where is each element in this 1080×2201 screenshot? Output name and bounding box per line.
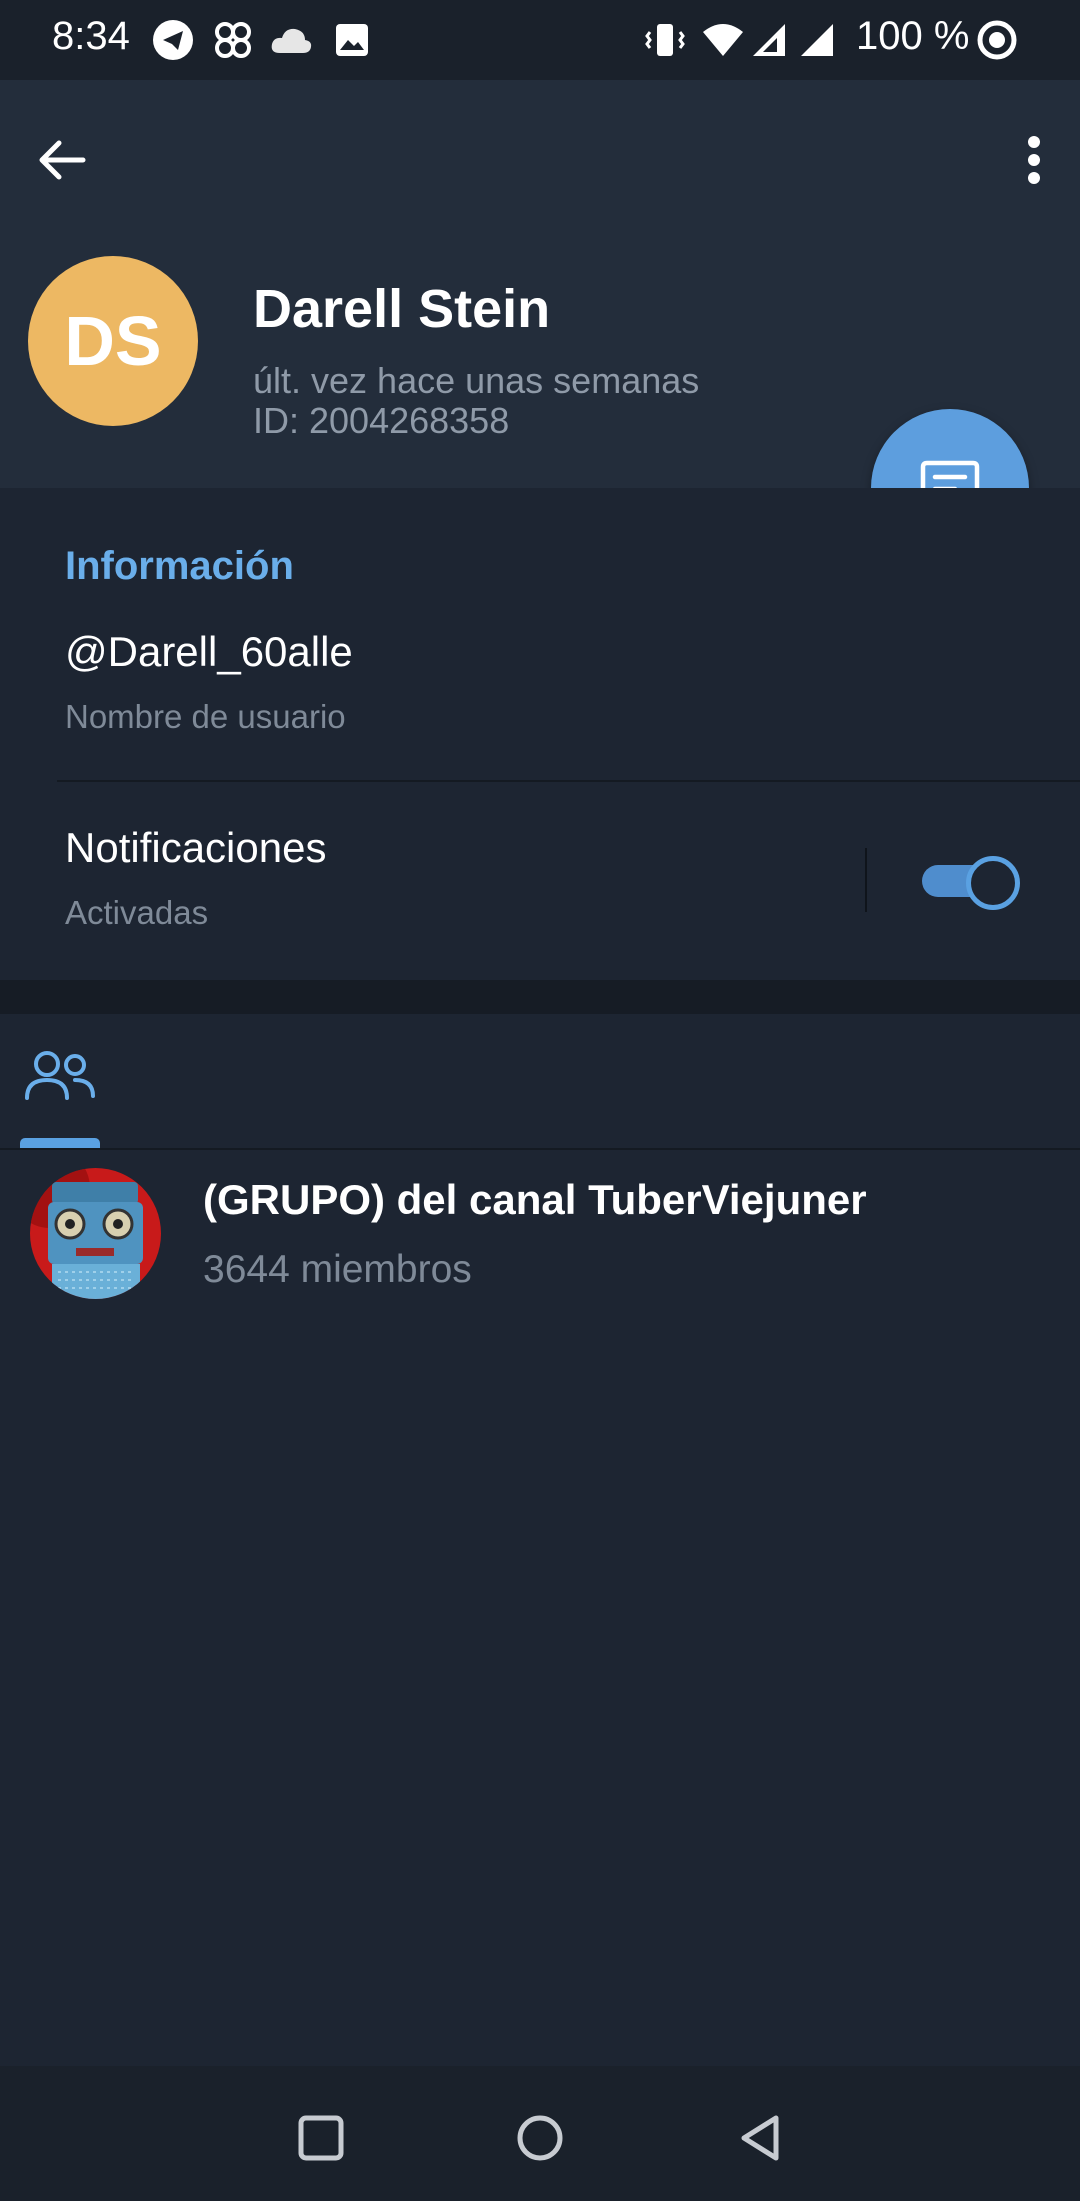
battery-percentage: 100 % <box>856 14 970 58</box>
group-title: (GRUPO) del canal TuberViejuner <box>203 1176 867 1223</box>
section-separator <box>0 980 1080 1014</box>
cloud-icon <box>268 18 314 62</box>
profile-name: Darell Stein <box>253 279 551 339</box>
members-icon <box>25 1051 95 1100</box>
back-button[interactable] <box>30 128 94 192</box>
pinwheel-icon <box>210 18 256 62</box>
tab-indicator <box>20 1138 100 1148</box>
home-button[interactable] <box>498 2096 582 2180</box>
divider <box>57 780 1080 782</box>
notifications-label[interactable]: Notificaciones <box>65 824 326 872</box>
notifications-toggle[interactable] <box>922 853 1020 910</box>
info-heading: Información <box>65 544 294 588</box>
vibrate-icon <box>644 18 686 62</box>
recents-button[interactable] <box>279 2096 363 2180</box>
circle-icon <box>517 2115 563 2161</box>
signal-icon <box>798 18 836 62</box>
telegram-icon <box>150 18 196 62</box>
image-icon <box>330 18 374 62</box>
group-member-count: 3644 miembros <box>203 1248 472 1291</box>
focus-icon <box>974 18 1020 62</box>
more-vert-icon <box>1028 136 1040 184</box>
username-value[interactable]: @Darell_60alle <box>65 628 353 676</box>
triangle-back-icon <box>741 2115 779 2161</box>
status-time: 8:34 <box>52 14 130 58</box>
signal-icon <box>750 18 788 62</box>
group-avatar <box>30 1168 161 1299</box>
square-icon <box>298 2115 344 2161</box>
username-caption: Nombre de usuario <box>65 698 346 735</box>
back-nav-button[interactable] <box>718 2096 802 2180</box>
media-tabs <box>0 1014 1080 1149</box>
more-options-button[interactable] <box>1010 128 1058 192</box>
profile-avatar[interactable]: DS <box>28 256 198 426</box>
last-seen-status: últ. vez hace unas semanas <box>253 360 700 401</box>
notifications-caption: Activadas <box>65 894 209 931</box>
wifi-icon <box>700 18 746 62</box>
user-id: ID: 2004268358 <box>253 400 510 441</box>
tab-groups-in-common[interactable] <box>20 1048 100 1148</box>
back-arrow-icon <box>39 140 86 180</box>
vertical-divider <box>865 848 867 912</box>
toggle-thumb <box>966 856 1020 910</box>
